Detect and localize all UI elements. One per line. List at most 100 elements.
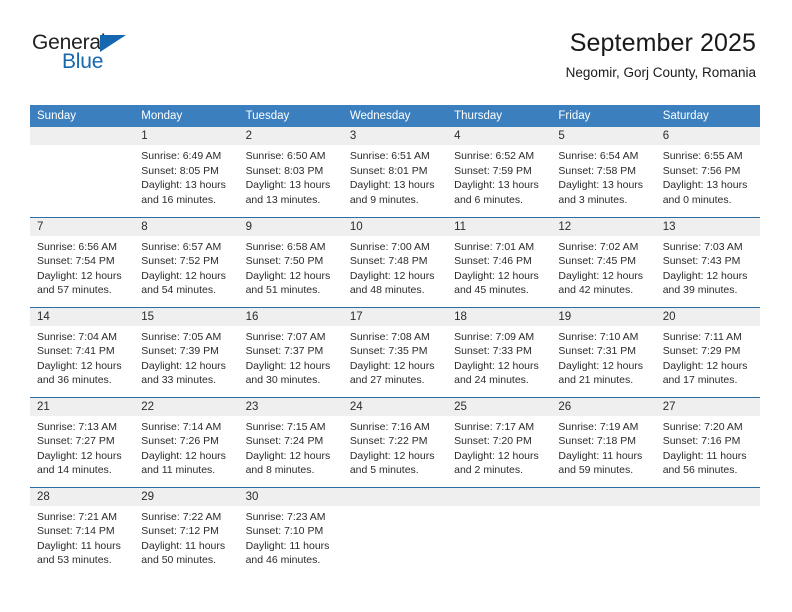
calendar-day-cell[interactable]: 2 Sunrise: 6:50 AM Sunset: 8:03 PM Daylight… [238,127,343,217]
sunrise-text: Sunrise: 7:08 AM [349,330,430,343]
calendar-empty-cell [342,486,448,577]
calendar-day-cell[interactable]: 28 Sunrise: 7:21 AM Sunset: 7:14 PM Dayligh… [30,486,135,577]
daylight-text-line2: and 2 minutes. [454,464,524,477]
day-sun-info: Sunrise: 6:51 AM Sunset: 8:01 PM Daylight:… [343,145,447,207]
calendar-day-cell[interactable]: 1 Sunrise: 6:49 AM Sunset: 8:05 PM Daylight… [134,127,239,217]
daylight-text-line2: and 30 minutes. [245,374,321,387]
calendar-day-cell[interactable]: 14 Sunrise: 7:04 AM Sunset: 7:41 PM Dayligh… [30,306,135,397]
calendar-day-cell[interactable]: 3 Sunrise: 6:51 AM Sunset: 8:01 PM Daylight… [342,127,448,217]
day-number [655,487,760,506]
page-title: September 2025 [569,29,756,57]
calendar-day-cell[interactable]: 21 Sunrise: 7:13 AM Sunset: 7:27 PM Dayligh… [30,396,135,487]
daylight-text-line1: Daylight: 12 hours [37,269,122,282]
calendar-day-cell[interactable]: 9 Sunrise: 6:58 AM Sunset: 7:50 PM Daylight… [238,216,343,307]
calendar-day-cell[interactable]: 12 Sunrise: 7:02 AM Sunset: 7:45 PM Dayligh… [551,216,656,307]
sunset-text: Sunset: 8:05 PM [141,164,219,177]
sunrise-text: Sunrise: 7:15 AM [245,420,326,433]
calendar-day-cell[interactable]: 22 Sunrise: 7:14 AM Sunset: 7:26 PM Dayligh… [134,396,239,487]
calendar-day-cell[interactable]: 19 Sunrise: 7:10 AM Sunset: 7:31 PM Dayligh… [551,306,656,397]
weekday-header-sunday: Sunday [30,105,135,127]
daylight-text-line1: Daylight: 11 hours [662,449,747,462]
day-sun-info: Sunrise: 6:57 AM Sunset: 7:52 PM Daylight:… [134,236,238,298]
sunrise-text: Sunrise: 7:10 AM [558,330,639,343]
sunset-text: Sunset: 7:39 PM [141,345,219,358]
daylight-text-line2: and 5 minutes. [349,464,419,477]
sunrise-text: Sunrise: 7:11 AM [662,330,742,343]
day-number: 4 [447,127,552,145]
weekday-header-wednesday: Wednesday [342,105,448,127]
sunset-text: Sunset: 7:16 PM [662,435,741,448]
day-number: 22 [134,397,239,416]
sunrise-text: Sunrise: 7:22 AM [141,510,222,523]
day-number [342,487,448,506]
day-sun-info: Sunrise: 6:54 AM Sunset: 7:58 PM Daylight:… [551,145,655,207]
calendar-day-cell[interactable]: 6 Sunrise: 6:55 AM Sunset: 7:56 PM Daylight… [655,127,760,217]
sunrise-text: Sunrise: 6:54 AM [558,150,639,162]
sunset-text: Sunset: 8:01 PM [349,164,428,177]
day-number: 6 [655,127,760,145]
day-sun-info: Sunrise: 6:50 AM Sunset: 8:03 PM Daylight:… [239,145,343,207]
day-number: 7 [30,217,135,236]
daylight-text-line2: and 48 minutes. [349,284,425,297]
calendar-day-cell[interactable]: 26 Sunrise: 7:19 AM Sunset: 7:18 PM Dayligh… [551,396,656,487]
sunrise-text: Sunrise: 7:14 AM [141,420,222,433]
day-number: 27 [655,397,760,416]
sunrise-text: Sunrise: 6:50 AM [245,150,326,162]
calendar-day-cell[interactable]: 15 Sunrise: 7:05 AM Sunset: 7:39 PM Dayligh… [134,306,239,397]
day-number: 28 [30,487,135,506]
day-sun-info: Sunrise: 7:22 AM Sunset: 7:12 PM Daylight:… [134,506,238,568]
day-number: 12 [551,217,656,236]
calendar-day-cell[interactable]: 20 Sunrise: 7:11 AM Sunset: 7:29 PM Dayligh… [655,306,760,397]
calendar-day-cell[interactable]: 24 Sunrise: 7:16 AM Sunset: 7:22 PM Dayligh… [342,396,448,487]
daylight-text-line2: and 42 minutes. [558,284,634,297]
day-number: 15 [134,307,239,326]
day-number: 23 [238,397,343,416]
calendar-day-cell[interactable]: 13 Sunrise: 7:03 AM Sunset: 7:43 PM Dayligh… [655,216,760,307]
day-sun-info: Sunrise: 7:03 AM Sunset: 7:43 PM Daylight:… [656,236,760,298]
calendar-grid: Sunday Monday Tuesday Wednesday Thursday… [30,105,760,577]
daylight-text-line2: and 27 minutes. [349,374,425,387]
daylight-text-line1: Daylight: 12 hours [37,449,122,462]
daylight-text-line1: Daylight: 13 hours [662,179,748,192]
calendar-day-cell[interactable]: 10 Sunrise: 7:00 AM Sunset: 7:48 PM Dayligh… [342,216,448,307]
calendar-day-cell[interactable]: 5 Sunrise: 6:54 AM Sunset: 7:58 PM Daylight… [551,127,656,217]
sunset-text: Sunset: 7:37 PM [245,345,324,358]
calendar-day-cell[interactable]: 7 Sunrise: 6:56 AM Sunset: 7:54 PM Daylight… [30,216,135,307]
daylight-text-line1: Daylight: 12 hours [245,449,331,462]
day-number: 30 [238,487,343,506]
sunset-text: Sunset: 7:52 PM [141,255,219,268]
weekday-header-thursday: Thursday [447,105,552,127]
calendar-day-cell[interactable]: 4 Sunrise: 6:52 AM Sunset: 7:59 PM Daylight… [447,127,552,217]
calendar-day-cell[interactable]: 16 Sunrise: 7:07 AM Sunset: 7:37 PM Dayligh… [238,306,343,397]
day-sun-info: Sunrise: 6:52 AM Sunset: 7:59 PM Daylight:… [447,145,551,207]
calendar-body: 1 Sunrise: 6:49 AM Sunset: 8:05 PM Daylight… [30,127,760,577]
daylight-text-line2: and 45 minutes. [454,284,529,297]
day-number: 21 [30,397,135,416]
daylight-text-line1: Daylight: 13 hours [558,179,644,192]
daylight-text-line1: Daylight: 12 hours [558,269,644,282]
calendar-day-cell[interactable]: 23 Sunrise: 7:15 AM Sunset: 7:24 PM Dayligh… [238,396,343,487]
calendar-day-cell[interactable]: 30 Sunrise: 7:23 AM Sunset: 7:10 PM Dayligh… [238,486,343,577]
general-blue-logo[interactable]: General Blue [32,32,192,80]
day-sun-info: Sunrise: 7:20 AM Sunset: 7:16 PM Daylight:… [656,416,760,478]
calendar-week-row: 7 Sunrise: 6:56 AM Sunset: 7:54 PM Daylight… [30,216,760,307]
calendar-day-cell[interactable]: 29 Sunrise: 7:22 AM Sunset: 7:12 PM Dayligh… [134,486,239,577]
daylight-text-line1: Daylight: 11 hours [37,539,121,552]
calendar-day-cell[interactable]: 25 Sunrise: 7:17 AM Sunset: 7:20 PM Dayligh… [447,396,552,487]
sunset-text: Sunset: 7:22 PM [349,435,428,448]
day-number: 10 [342,217,448,236]
calendar-day-cell[interactable]: 11 Sunrise: 7:01 AM Sunset: 7:46 PM Dayligh… [447,216,552,307]
calendar-day-cell[interactable]: 8 Sunrise: 6:57 AM Sunset: 7:52 PM Daylight… [134,216,239,307]
calendar-day-cell[interactable]: 17 Sunrise: 7:08 AM Sunset: 7:35 PM Dayligh… [342,306,448,397]
sunset-text: Sunset: 7:35 PM [349,345,428,358]
daylight-text-line2: and 51 minutes. [245,284,321,297]
sunrise-text: Sunrise: 6:55 AM [662,150,743,162]
day-number: 5 [551,127,656,145]
sunrise-text: Sunrise: 7:03 AM [662,240,743,253]
sunset-text: Sunset: 7:10 PM [245,525,324,538]
day-sun-info: Sunrise: 7:11 AM Sunset: 7:29 PM Daylight:… [656,326,760,388]
calendar-day-cell[interactable]: 18 Sunrise: 7:09 AM Sunset: 7:33 PM Dayligh… [447,306,552,397]
calendar-day-cell[interactable]: 27 Sunrise: 7:20 AM Sunset: 7:16 PM Dayligh… [655,396,760,487]
day-sun-info: Sunrise: 6:55 AM Sunset: 7:56 PM Daylight:… [656,145,760,207]
daylight-text-line2: and 9 minutes. [349,193,419,206]
